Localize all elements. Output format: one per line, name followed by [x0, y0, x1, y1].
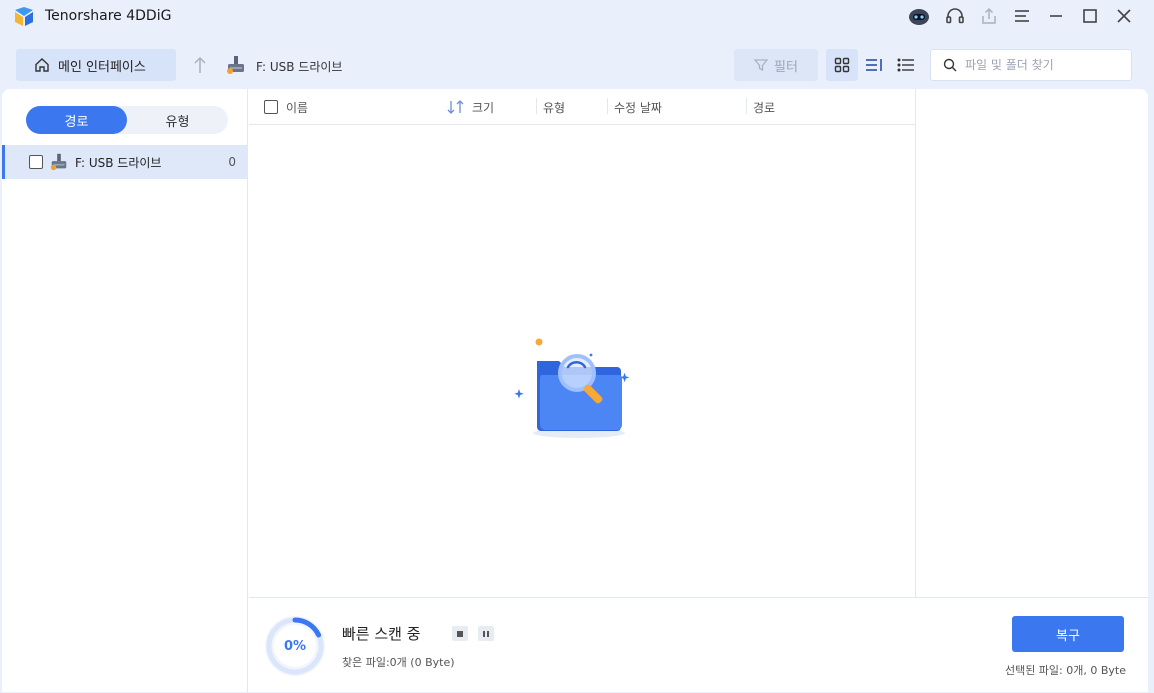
search-box — [930, 49, 1132, 81]
tree-item-checkbox[interactable] — [29, 155, 43, 169]
scan-status-bar: 0% 빠른 스캔 중 찾은 파일:0개 (0 Byte) 복구 선택된 파일: … — [249, 597, 1148, 692]
list-view-icon — [897, 58, 914, 72]
maximize-icon[interactable] — [1077, 4, 1103, 28]
up-arrow-icon[interactable] — [192, 55, 208, 75]
home-label: 메인 인터페이스 — [58, 59, 146, 75]
search-icon — [943, 58, 957, 72]
tab-type[interactable]: 유형 — [127, 106, 228, 134]
headset-icon[interactable] — [942, 4, 968, 28]
column-path[interactable]: 경로 — [753, 99, 775, 116]
column-size[interactable]: 크기 — [472, 99, 494, 116]
menu-icon[interactable] — [1009, 4, 1035, 28]
tree-item-usb-drive[interactable]: F: USB 드라이브 0 — [2, 145, 248, 179]
robot-assistant-icon[interactable] — [906, 4, 932, 28]
share-icon[interactable] — [976, 4, 1002, 28]
detail-view-icon — [866, 59, 882, 71]
filter-button[interactable]: 필터 — [734, 49, 818, 81]
found-files-text: 찾은 파일:0개 (0 Byte) — [342, 656, 455, 669]
pause-icon — [483, 630, 489, 637]
column-modified-date[interactable]: 수정 날짜 — [614, 99, 662, 116]
usb-drive-icon — [50, 153, 67, 171]
pause-scan-button[interactable] — [478, 626, 494, 641]
close-icon[interactable] — [1111, 4, 1137, 28]
column-type[interactable]: 유형 — [543, 99, 565, 116]
filter-icon — [754, 59, 769, 72]
sort-icon[interactable] — [447, 100, 465, 114]
scan-status-text: 빠른 스캔 중 — [342, 625, 421, 643]
list-view-button[interactable] — [890, 49, 922, 81]
usb-drive-icon — [227, 56, 244, 74]
recover-button[interactable]: 복구 — [1012, 616, 1124, 652]
filter-label: 필터 — [774, 59, 798, 75]
minimize-icon[interactable] — [1043, 4, 1069, 28]
grid-view-button[interactable] — [826, 49, 858, 81]
table-header: 이름 크기 유형 수정 날짜 경로 — [249, 89, 916, 125]
scan-progress-percent: 0% — [283, 638, 307, 654]
search-input[interactable] — [965, 58, 1115, 72]
preview-panel — [915, 89, 1148, 597]
app-logo-icon — [15, 7, 33, 26]
app-title: Tenorshare 4DDiG — [45, 8, 172, 24]
sidebar-tabs: 경로 유형 — [26, 106, 228, 134]
tree-item-label: F: USB 드라이브 — [75, 155, 162, 170]
breadcrumb: F: USB 드라이브 — [256, 60, 343, 74]
empty-scan-folder-icon — [514, 338, 630, 438]
view-mode-group — [826, 49, 924, 81]
stop-icon — [457, 630, 463, 637]
file-list-panel: 이름 크기 유형 수정 날짜 경로 — [249, 89, 916, 597]
stop-scan-button[interactable] — [452, 626, 468, 641]
tree-item-count: 0 — [228, 155, 236, 169]
sidebar: 경로 유형 F: USB 드라이브 0 — [2, 89, 248, 692]
select-all-checkbox[interactable] — [264, 100, 278, 114]
home-button[interactable]: 메인 인터페이스 — [16, 49, 176, 81]
selected-files-text: 선택된 파일: 0개, 0 Byte — [1004, 664, 1126, 677]
home-icon — [35, 58, 49, 72]
detail-view-button[interactable] — [858, 49, 890, 81]
title-bar: Tenorshare 4DDiG — [0, 0, 1154, 34]
grid-view-icon — [834, 57, 850, 73]
main-panel: 경로 유형 F: USB 드라이브 0 이름 크기 유형 수정 날짜 경로 0%… — [2, 89, 1148, 692]
column-name[interactable]: 이름 — [286, 99, 308, 116]
tab-path[interactable]: 경로 — [26, 106, 127, 134]
